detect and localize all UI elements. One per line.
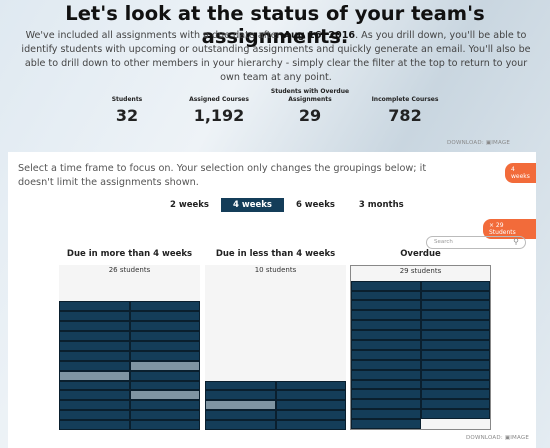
student-cell[interactable]: [275, 420, 346, 430]
student-cell[interactable]: [420, 379, 490, 390]
student-cell[interactable]: [205, 410, 276, 421]
student-cell[interactable]: [59, 321, 130, 332]
stat-overdue-students: Students with Overdue Assignments 29: [270, 88, 350, 125]
student-cell[interactable]: [420, 349, 490, 360]
student-cell[interactable]: [59, 400, 130, 411]
student-cell[interactable]: [420, 300, 490, 311]
search-icon: ⚲: [513, 237, 519, 246]
student-cell[interactable]: [59, 301, 130, 312]
student-cell[interactable]: [351, 290, 421, 301]
student-cell[interactable]: [351, 379, 421, 390]
tab-6-weeks[interactable]: 6 weeks: [284, 198, 347, 212]
student-cell[interactable]: [351, 339, 421, 350]
student-cell[interactable]: [351, 389, 421, 400]
tab-4-weeks[interactable]: 4 weeks: [220, 198, 284, 212]
student-cell[interactable]: [351, 280, 421, 291]
student-cell[interactable]: [129, 321, 200, 332]
student-cell[interactable]: [59, 350, 130, 361]
selection-instructions: Select a time frame to focus on. Your se…: [18, 163, 427, 188]
student-cell[interactable]: [59, 380, 130, 391]
student-cell[interactable]: [129, 410, 200, 421]
student-cell[interactable]: [129, 370, 200, 381]
student-cell[interactable]: [59, 331, 130, 341]
student-cell[interactable]: [420, 369, 490, 380]
panel-due-less-than-4-weeks[interactable]: Due in less than 4 weeks 10 students: [205, 249, 346, 430]
student-cell[interactable]: [129, 360, 200, 371]
search-input[interactable]: Search ⚲: [426, 236, 526, 249]
student-cell[interactable]: [59, 390, 130, 401]
student-cell[interactable]: [351, 409, 421, 420]
student-cell[interactable]: [205, 420, 276, 430]
student-cell[interactable]: [351, 419, 421, 429]
student-cell[interactable]: [129, 350, 200, 361]
student-cell[interactable]: [420, 280, 490, 291]
student-cell[interactable]: [420, 339, 490, 350]
student-cell[interactable]: [205, 380, 276, 391]
student-cell[interactable]: [420, 359, 490, 370]
student-cell[interactable]: [129, 311, 200, 322]
stat-incomplete-courses: Incomplete Courses 782: [371, 96, 439, 125]
student-cell[interactable]: [129, 380, 200, 391]
student-cell[interactable]: [420, 320, 490, 331]
student-cell[interactable]: [275, 390, 346, 401]
student-cell[interactable]: [351, 320, 421, 331]
student-cell[interactable]: [129, 340, 200, 351]
student-cell[interactable]: [275, 380, 346, 391]
student-cell[interactable]: [205, 390, 276, 401]
tab-3-months[interactable]: 3 months: [347, 198, 416, 212]
student-cell[interactable]: [59, 360, 130, 371]
student-cell[interactable]: [351, 300, 421, 311]
student-cell[interactable]: [420, 399, 490, 410]
timeframe-card: Select a time frame to focus on. Your se…: [8, 152, 536, 448]
student-cell[interactable]: [205, 400, 276, 411]
intro-text: We've included all assignments with a du…: [21, 30, 531, 83]
student-cell[interactable]: [129, 400, 200, 411]
student-cell[interactable]: [351, 359, 421, 370]
student-cell[interactable]: [59, 340, 130, 351]
tab-2-weeks[interactable]: 2 weeks: [158, 198, 221, 212]
student-cell[interactable]: [420, 310, 490, 321]
student-cell[interactable]: [275, 400, 346, 411]
student-cell[interactable]: [420, 409, 490, 420]
student-cell[interactable]: [59, 420, 130, 430]
student-cell[interactable]: [420, 389, 490, 400]
student-cell[interactable]: [420, 290, 490, 301]
student-cell[interactable]: [275, 410, 346, 421]
panel-overdue[interactable]: Overdue 29 students: [350, 249, 491, 430]
student-cell[interactable]: [351, 399, 421, 410]
student-cell[interactable]: [129, 390, 200, 401]
student-cell[interactable]: [351, 369, 421, 380]
student-cell[interactable]: [351, 330, 421, 340]
timeframe-tabs: 2 weeks 4 weeks 6 weeks 3 months: [158, 198, 416, 212]
download-image-link[interactable]: DOWNLOAD: ▣IMAGE: [447, 140, 510, 146]
student-cell[interactable]: [351, 310, 421, 321]
student-cell[interactable]: [420, 330, 490, 340]
student-cell[interactable]: [129, 331, 200, 341]
student-cell[interactable]: [129, 301, 200, 312]
student-cell[interactable]: [351, 349, 421, 360]
student-cell[interactable]: [59, 311, 130, 322]
student-cell[interactable]: [59, 370, 130, 381]
timeframe-badge[interactable]: 4 weeks: [505, 163, 536, 183]
student-cell[interactable]: [59, 410, 130, 421]
panel-due-more-than-4-weeks[interactable]: Due in more than 4 weeks 26 students: [59, 249, 200, 430]
due-date: Aug 16, 2016: [283, 30, 356, 41]
download-image-link-bottom[interactable]: DOWNLOAD: ▣IMAGE: [466, 435, 529, 441]
student-cell[interactable]: [129, 420, 200, 430]
